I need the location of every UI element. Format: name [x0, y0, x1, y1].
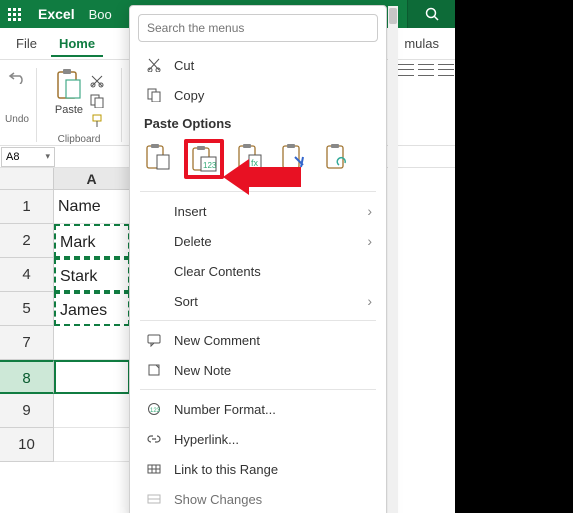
menu-link-range[interactable]: Link to this Range — [130, 454, 386, 484]
paste-option-formulas[interactable]: fx — [232, 139, 268, 175]
undo-group: Undo — [0, 64, 34, 125]
menu-clear-contents[interactable]: Clear Contents — [130, 256, 386, 286]
separator — [140, 389, 376, 390]
copy-icon — [144, 88, 164, 102]
context-menu: Cut Copy Paste Options 123 fx — [129, 5, 387, 513]
svg-text:123: 123 — [203, 161, 217, 170]
row-header[interactable]: 2 — [0, 224, 54, 258]
search-icon — [424, 6, 440, 22]
scrollbar-thumb[interactable] — [389, 8, 397, 24]
separator — [140, 191, 376, 192]
row-header[interactable]: 1 — [0, 190, 54, 224]
show-changes-icon — [144, 492, 164, 506]
menu-delete[interactable]: Delete › — [130, 226, 386, 256]
undo-icon[interactable] — [8, 70, 26, 84]
menu-number-format[interactable]: 123 Number Format... — [130, 394, 386, 424]
paste-option-values[interactable]: 123 — [184, 139, 224, 179]
cell-A8[interactable] — [54, 360, 130, 394]
cell-A2[interactable]: Mark — [54, 224, 130, 258]
row-header[interactable]: 9 — [0, 394, 54, 428]
alignment-icons[interactable] — [398, 64, 454, 76]
paste-options-heading: Paste Options — [130, 110, 386, 135]
paste-options-row: 123 fx — [130, 135, 386, 187]
column-header-A[interactable]: A — [54, 168, 130, 190]
cell-A4[interactable]: Stark — [54, 258, 130, 292]
menu-scrollbar[interactable] — [388, 6, 398, 513]
format-painter-icon[interactable] — [90, 114, 104, 128]
excel-window: Excel Boo File Home mulas Undo Paste — [0, 0, 455, 513]
menu-label: Cut — [174, 58, 194, 73]
menu-sort[interactable]: Sort › — [130, 286, 386, 316]
menu-label: Hyperlink... — [174, 432, 239, 447]
name-box[interactable]: A8 ▾ — [1, 147, 55, 167]
cell-A5[interactable]: James — [54, 292, 130, 326]
separator — [140, 320, 376, 321]
menu-label: New Note — [174, 363, 231, 378]
menu-insert[interactable]: Insert › — [130, 196, 386, 226]
menu-label: Show Changes — [174, 492, 262, 507]
name-box-value: A8 — [6, 151, 19, 163]
row-header[interactable]: 5 — [0, 292, 54, 326]
menu-label: Clear Contents — [174, 264, 261, 279]
app-launcher-icon[interactable] — [0, 0, 28, 28]
search-button[interactable] — [407, 0, 455, 28]
svg-text:fx: fx — [251, 158, 259, 168]
cell-A9[interactable] — [54, 394, 130, 428]
cut-icon[interactable] — [90, 74, 104, 88]
row-header[interactable]: 7 — [0, 326, 54, 360]
hyperlink-icon — [144, 432, 164, 446]
row-header[interactable]: 10 — [0, 428, 54, 462]
paste-option-link[interactable] — [320, 139, 356, 175]
menu-label: Link to this Range — [174, 462, 278, 477]
chevron-down-icon: ▾ — [45, 151, 50, 162]
menu-label: New Comment — [174, 333, 260, 348]
app-name: Excel — [38, 6, 75, 22]
menu-new-comment[interactable]: New Comment — [130, 325, 386, 355]
svg-text:123: 123 — [150, 408, 161, 414]
menu-search — [138, 14, 378, 42]
paste-option-formatting[interactable] — [276, 139, 312, 175]
tab-formulas[interactable]: mulas — [396, 30, 447, 57]
cell-A10[interactable] — [54, 428, 130, 462]
tab-home[interactable]: Home — [51, 30, 103, 57]
tab-file[interactable]: File — [8, 30, 45, 57]
paste-label: Paste — [55, 104, 83, 116]
chevron-right-icon: › — [367, 233, 372, 249]
paste-icon[interactable] — [54, 68, 84, 102]
chevron-right-icon: › — [367, 203, 372, 219]
menu-label: Delete — [174, 234, 212, 249]
paste-option-default[interactable] — [140, 139, 176, 175]
divider — [36, 68, 37, 142]
divider — [121, 68, 122, 142]
clipboard-group: Paste Clipboard — [39, 64, 119, 145]
row-header[interactable]: 8 — [0, 360, 54, 394]
link-range-icon — [144, 462, 164, 476]
menu-hyperlink[interactable]: Hyperlink... — [130, 424, 386, 454]
menu-show-changes[interactable]: Show Changes — [130, 484, 386, 513]
select-all-corner[interactable] — [0, 168, 54, 190]
copy-icon[interactable] — [90, 94, 104, 108]
cell-A1[interactable]: Name — [54, 190, 130, 224]
comment-icon — [144, 333, 164, 347]
menu-label: Insert — [174, 204, 207, 219]
cell-A7[interactable] — [54, 326, 130, 360]
menu-label: Number Format... — [174, 402, 276, 417]
menu-label: Copy — [174, 88, 204, 103]
clipboard-label: Clipboard — [58, 134, 101, 145]
document-name: Boo — [89, 7, 112, 22]
menu-cut[interactable]: Cut — [130, 50, 386, 80]
row-header[interactable]: 4 — [0, 258, 54, 292]
chevron-right-icon: › — [367, 293, 372, 309]
menu-copy[interactable]: Copy — [130, 80, 386, 110]
menu-label: Sort — [174, 294, 198, 309]
note-icon — [144, 363, 164, 377]
undo-label: Undo — [5, 114, 29, 125]
menu-new-note[interactable]: New Note — [130, 355, 386, 385]
number-format-icon: 123 — [144, 402, 164, 416]
cut-icon — [144, 58, 164, 72]
menu-search-input[interactable] — [138, 14, 378, 42]
